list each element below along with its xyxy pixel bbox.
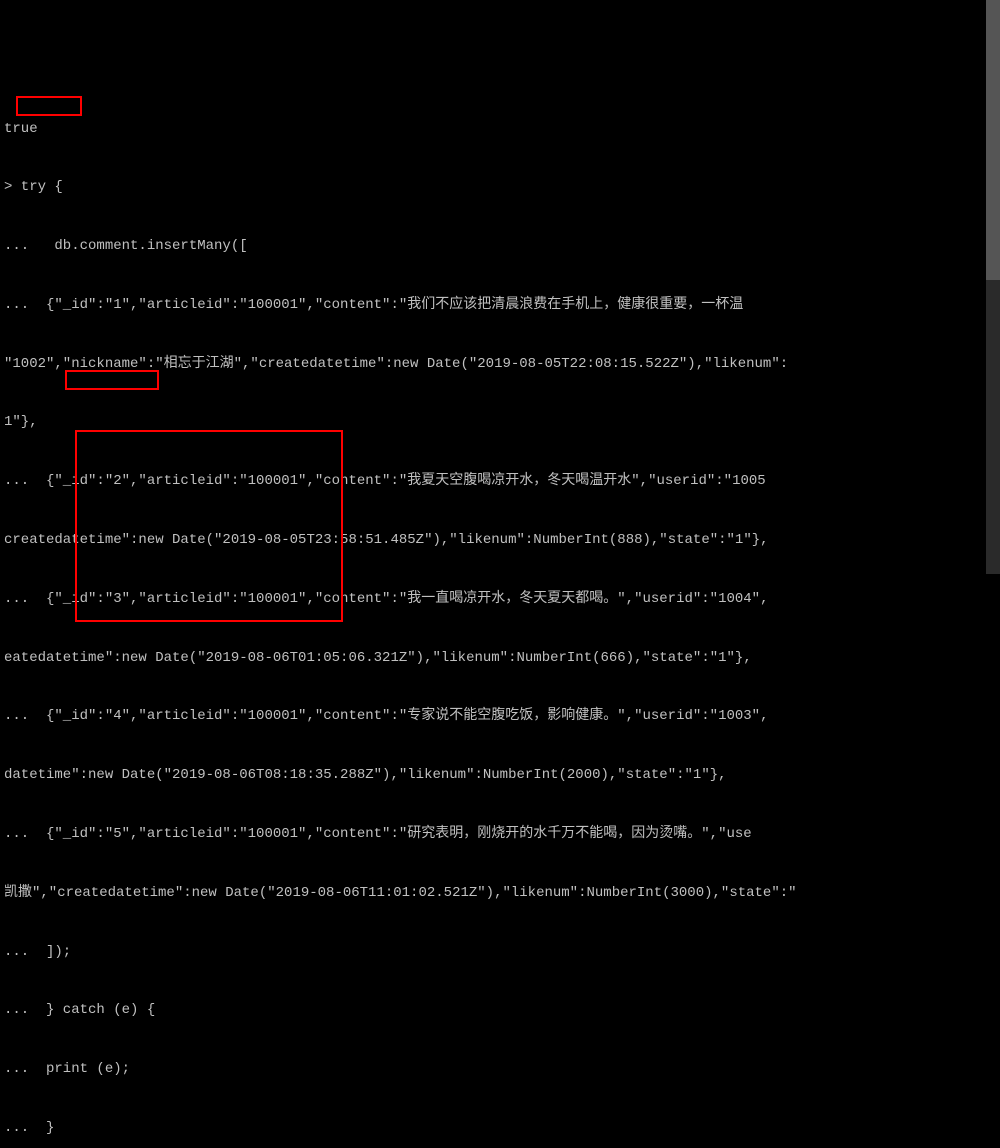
output-line: ... {"_id":"2","articleid":"100001","con…	[4, 472, 996, 492]
output-line: ... {"_id":"5","articleid":"100001","con…	[4, 825, 996, 845]
scrollbar-thumb[interactable]	[986, 0, 1000, 280]
vertical-scrollbar[interactable]	[986, 0, 1000, 574]
terminal-output[interactable]: true > try { ... db.comment.insertMany([…	[0, 78, 1000, 1148]
output-line: 1"},	[4, 413, 996, 433]
output-line-catch: ... } catch (e) {	[4, 1001, 996, 1021]
highlight-try	[16, 96, 82, 116]
output-line: ... ]);	[4, 943, 996, 963]
output-line: 凯撒","createdatetime":new Date("2019-08-0…	[4, 884, 996, 904]
output-line: ... }	[4, 1119, 996, 1139]
output-line: true	[4, 120, 996, 140]
output-line: "1002","nickname":"相忘于江湖","createdatetim…	[4, 355, 996, 375]
output-line: eatedatetime":new Date("2019-08-06T01:05…	[4, 649, 996, 669]
output-line: ... {"_id":"4","articleid":"100001","con…	[4, 707, 996, 727]
output-line: ... db.comment.insertMany([	[4, 237, 996, 257]
output-line: createdatetime":new Date("2019-08-05T23:…	[4, 531, 996, 551]
output-line: ... {"_id":"3","articleid":"100001","con…	[4, 590, 996, 610]
output-line: datetime":new Date("2019-08-06T08:18:35.…	[4, 766, 996, 786]
output-line-try: > try {	[4, 178, 996, 198]
output-line: ... print (e);	[4, 1060, 996, 1080]
output-line: ... {"_id":"1","articleid":"100001","con…	[4, 296, 996, 316]
